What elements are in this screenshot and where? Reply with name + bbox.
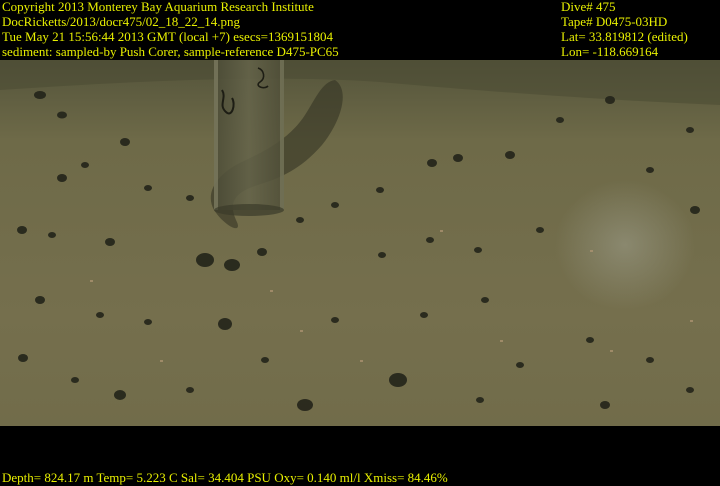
sensor-readout: Depth= 824.17 m Temp= 5.223 C Sal= 34.40… xyxy=(2,470,448,485)
timestamp-line: Tue May 21 15:56:44 2013 GMT (local +7) … xyxy=(2,29,333,44)
longitude: Lon= -118.669164 xyxy=(561,44,659,59)
file-path-line: DocRicketts/2013/docr475/02_18_22_14.png xyxy=(2,14,240,29)
tape-number: Tape# D0475-03HD xyxy=(561,14,668,29)
seafloor-scene xyxy=(0,60,720,426)
seafloor-image xyxy=(0,60,720,426)
push-core-tube xyxy=(214,60,284,216)
sediment-cloud xyxy=(555,180,695,310)
copyright-line: Copyright 2013 Monterey Bay Aquarium Res… xyxy=(2,0,314,14)
sample-line: sediment: sampled-by Push Corer, sample-… xyxy=(2,44,339,59)
overlay-top-right: Dive# 475 Tape# D0475-03HD Lat= 33.81981… xyxy=(561,0,688,59)
overlay-top-left: Copyright 2013 Monterey Bay Aquarium Res… xyxy=(2,0,339,59)
video-frame: Copyright 2013 Monterey Bay Aquarium Res… xyxy=(0,0,720,486)
dive-number: Dive# 475 xyxy=(561,0,616,14)
latitude: Lat= 33.819812 (edited) xyxy=(561,29,688,44)
